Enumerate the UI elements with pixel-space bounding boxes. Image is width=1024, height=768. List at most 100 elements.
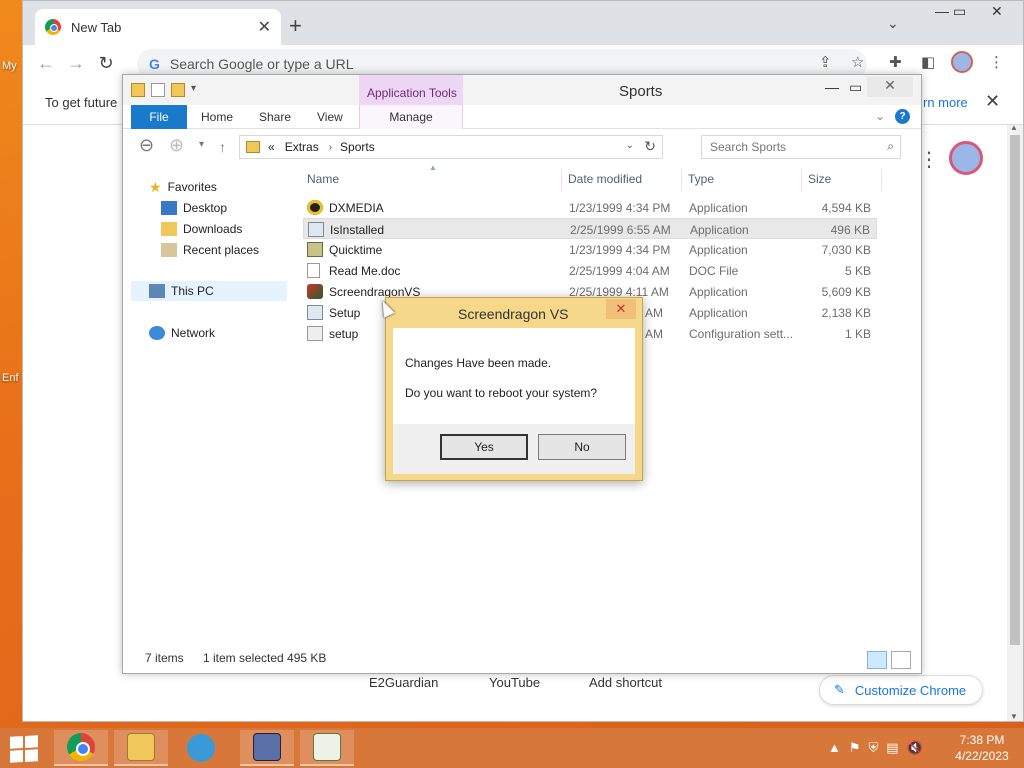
- close-tab-icon[interactable]: ✕: [258, 17, 271, 37]
- shortcut-youtube[interactable]: YouTube: [489, 675, 540, 690]
- scroll-down-icon[interactable]: ▼: [1010, 712, 1018, 721]
- item-count: 7 items: [145, 651, 184, 665]
- ntp-menu-icon[interactable]: ⋮: [919, 147, 939, 172]
- taskbar-chrome[interactable]: [54, 730, 108, 766]
- tab-manage[interactable]: Manage: [359, 105, 463, 129]
- network-tray-icon[interactable]: ▤: [886, 740, 898, 756]
- taskbar-file-explorer[interactable]: [114, 730, 168, 766]
- google-g-icon: G: [149, 56, 160, 72]
- dialog-titlebar[interactable]: Screendragon VS ✕: [386, 298, 642, 328]
- address-overflow[interactable]: «: [268, 140, 275, 154]
- file-row[interactable]: Quicktime 1/23/1999 4:34 PM Application …: [303, 239, 877, 260]
- status-bar: 7 items 1 item selected 495 KB: [123, 645, 921, 671]
- chevron-right-icon[interactable]: ›: [329, 142, 332, 153]
- nav-favorites[interactable]: ★ Favorites: [149, 177, 217, 197]
- file-date: AM: [645, 306, 663, 320]
- taskbar-app[interactable]: [174, 730, 228, 766]
- nav-this-pc[interactable]: This PC: [131, 281, 287, 301]
- recent-locations-chevron-icon[interactable]: ▾: [199, 139, 204, 150]
- tab-view[interactable]: View: [317, 105, 343, 129]
- customize-chrome-button[interactable]: ✎ Customize Chrome: [819, 675, 983, 705]
- shortcut-e2guardian[interactable]: E2Guardian: [369, 675, 438, 690]
- extensions-puzzle-icon[interactable]: ✚: [889, 53, 902, 71]
- taskbar-installer[interactable]: [240, 730, 294, 766]
- back-button[interactable]: ←: [31, 53, 61, 74]
- tab-search-chevron-icon[interactable]: ⌄: [887, 15, 899, 32]
- installer-icon: [307, 242, 323, 257]
- start-button[interactable]: [10, 735, 38, 763]
- address-bar[interactable]: « Extras › Sports ⌄ ↻: [239, 135, 663, 159]
- column-divider[interactable]: [681, 169, 682, 191]
- file-row[interactable]: DXMEDIA 1/23/1999 4:34 PM Application 4,…: [303, 197, 877, 218]
- column-type[interactable]: Type: [688, 172, 714, 186]
- column-date-modified[interactable]: Date modified: [568, 172, 642, 186]
- clock[interactable]: 7:38 PM 4/22/2023: [950, 732, 1014, 764]
- clock-date: 4/22/2023: [955, 749, 1009, 763]
- desktop-icon-label[interactable]: Enf: [2, 372, 19, 384]
- column-size[interactable]: Size: [808, 172, 831, 186]
- search-icon[interactable]: ⌕: [887, 139, 894, 154]
- explorer-maximize-button[interactable]: ▭: [849, 79, 862, 96]
- column-name[interactable]: Name: [307, 172, 339, 186]
- tab-share[interactable]: Share: [259, 105, 291, 129]
- file-name: Quicktime: [329, 243, 383, 257]
- close-window-button[interactable]: ✕: [991, 3, 1003, 20]
- expand-ribbon-chevron-icon[interactable]: ⌄: [875, 109, 885, 123]
- flag-icon[interactable]: ⚑: [849, 740, 861, 756]
- shortcut-add[interactable]: Add shortcut: [589, 675, 662, 690]
- no-button[interactable]: No: [538, 434, 626, 460]
- nav-recent-places[interactable]: Recent places: [161, 240, 259, 260]
- help-icon[interactable]: ?: [895, 109, 910, 124]
- large-icons-view-icon[interactable]: [891, 651, 911, 669]
- explorer-close-button[interactable]: ✕: [867, 77, 913, 97]
- side-panel-icon[interactable]: ◧: [921, 53, 935, 71]
- scrollbar-thumb[interactable]: [1010, 135, 1020, 645]
- maximize-button[interactable]: ▭: [953, 3, 966, 20]
- refresh-icon[interactable]: ↻: [644, 138, 656, 155]
- address-segment-sports[interactable]: Sports: [340, 140, 375, 154]
- file-name: Setup: [329, 306, 361, 320]
- bookmark-star-icon[interactable]: ☆: [851, 53, 864, 71]
- column-divider[interactable]: [801, 169, 802, 191]
- file-row[interactable]: Read Me.doc 2/25/1999 4:04 AM DOC File 5…: [303, 260, 877, 281]
- explorer-minimize-button[interactable]: —: [825, 79, 839, 95]
- back-arrow-icon[interactable]: ⊖: [139, 135, 154, 156]
- reload-button[interactable]: ↻: [91, 53, 121, 74]
- details-view-icon[interactable]: [867, 651, 887, 669]
- properties-icon[interactable]: [151, 83, 165, 97]
- address-segment-extras[interactable]: Extras: [285, 140, 319, 154]
- nav-network[interactable]: Network: [149, 323, 215, 343]
- close-info-bar-icon[interactable]: ✕: [985, 91, 1000, 112]
- up-arrow-icon[interactable]: ↑: [219, 139, 226, 155]
- minimize-button[interactable]: —: [935, 3, 949, 19]
- tab-home[interactable]: Home: [201, 105, 233, 129]
- nav-desktop[interactable]: Desktop: [161, 198, 227, 218]
- forward-arrow-icon[interactable]: ⊕: [169, 135, 184, 156]
- shield-icon[interactable]: ⛨: [869, 740, 879, 756]
- nav-downloads[interactable]: Downloads: [161, 219, 242, 239]
- address-dropdown-icon[interactable]: ⌄: [626, 140, 634, 151]
- yes-button[interactable]: Yes: [440, 434, 528, 460]
- tab-file[interactable]: File: [131, 105, 187, 129]
- profile-avatar[interactable]: [951, 51, 973, 73]
- new-folder-icon[interactable]: [171, 83, 185, 97]
- search-input[interactable]: Search Sports ⌕: [701, 135, 901, 159]
- new-tab-button[interactable]: +: [289, 13, 302, 39]
- share-icon[interactable]: ⇪: [819, 53, 832, 71]
- chrome-scrollbar[interactable]: ▲ ▼: [1007, 123, 1023, 721]
- file-row-selected[interactable]: IsInstalled 2/25/1999 6:55 AM Applicatio…: [303, 218, 877, 239]
- chrome-tab-new-tab[interactable]: New Tab ✕: [35, 9, 281, 45]
- volume-muted-icon[interactable]: 🔇: [907, 740, 923, 756]
- learn-more-link[interactable]: rn more: [923, 95, 968, 110]
- column-divider[interactable]: [881, 169, 882, 191]
- forward-button[interactable]: →: [61, 53, 91, 74]
- scroll-up-icon[interactable]: ▲: [1010, 123, 1018, 132]
- show-hidden-icons-icon[interactable]: ▲: [828, 740, 841, 756]
- column-divider[interactable]: [561, 169, 562, 191]
- customize-qa-chevron-icon[interactable]: ▾: [191, 83, 196, 97]
- desktop-icon-label[interactable]: My: [2, 60, 17, 72]
- dialog-close-button[interactable]: ✕: [606, 299, 636, 319]
- ntp-profile-avatar[interactable]: [949, 141, 983, 175]
- chrome-menu-icon[interactable]: ⋮: [989, 53, 1004, 71]
- taskbar-window[interactable]: [300, 730, 354, 766]
